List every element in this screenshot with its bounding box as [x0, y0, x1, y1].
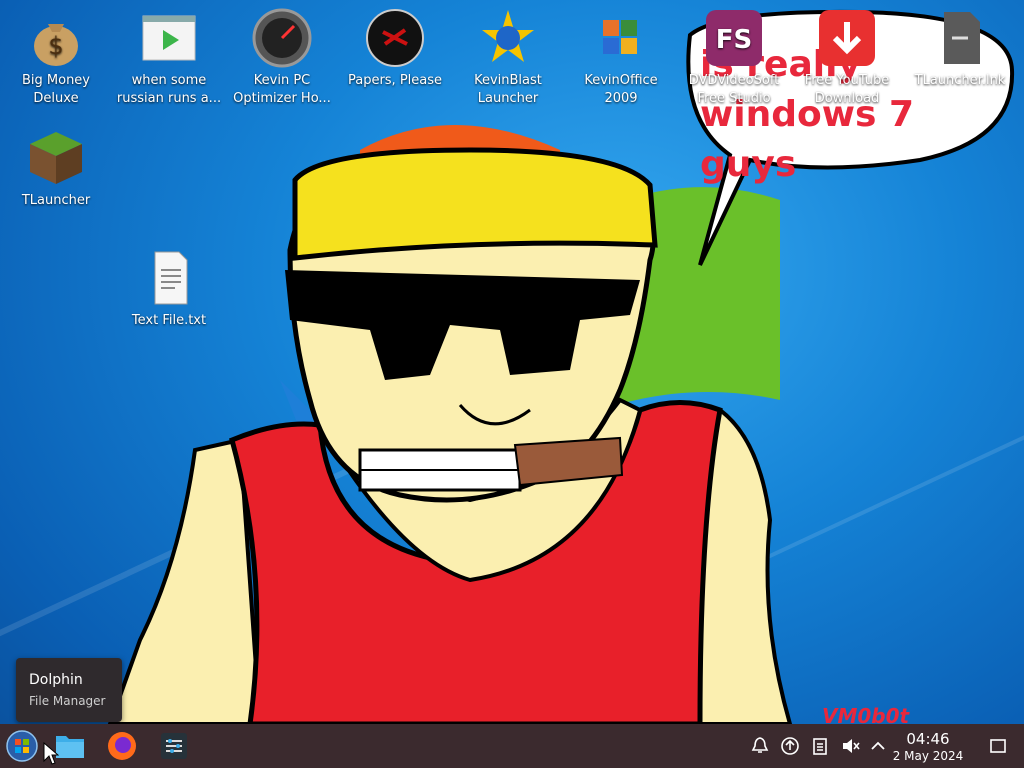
minecraft-block-icon — [26, 128, 86, 188]
clock[interactable]: 04:46 2 May 2024 — [888, 730, 968, 764]
link-file-icon — [930, 8, 990, 68]
mouse-cursor-icon — [43, 742, 59, 765]
firefox-icon — [108, 732, 136, 760]
notifications-bell-icon[interactable] — [750, 736, 770, 756]
svg-text:$: $ — [48, 32, 63, 60]
taskbar-firefox[interactable] — [102, 728, 142, 764]
video-file-icon — [139, 8, 199, 68]
desktop-icon-label: Big Money Deluxe — [21, 73, 90, 106]
desktop-icon-text-file[interactable]: Text File.txt — [114, 242, 224, 330]
desktop-icon-kevinblast-launcher[interactable]: KevinBlast Launcher — [453, 2, 563, 108]
svg-text:FS: FS — [716, 25, 753, 55]
clock-date: 2 May 2024 — [892, 749, 964, 763]
desktop-icon-label: Papers, Please — [347, 73, 443, 88]
desktop[interactable]: is really windows 7 guys VM0b0t $ Big Mo… — [0, 0, 1024, 768]
text-file-icon — [139, 248, 199, 308]
desktop-icon-label: Kevin PC Optimizer Ho... — [233, 73, 331, 106]
desktop-icon-free-youtube-download[interactable]: Free YouTube Download — [792, 2, 902, 108]
desktop-icon-papers-please[interactable]: Papers, Please — [340, 2, 450, 90]
desktop-icon-label: TLauncher — [21, 193, 91, 208]
fs-icon: FS — [704, 8, 764, 68]
kevinblast-icon — [478, 8, 538, 68]
desktop-icon-label: Text File.txt — [131, 313, 207, 328]
desktop-icon-tlauncher-lnk[interactable]: TLauncher.lnk — [905, 2, 1015, 90]
desktop-icon-kevinoffice[interactable]: KevinOffice 2009 — [566, 2, 676, 108]
desktop-icon-label: KevinOffice 2009 — [584, 73, 658, 106]
desktop-icon-label: TLauncher.lnk — [914, 73, 1006, 88]
desktop-icon-label: DVDVideoSoft Free Studio — [688, 73, 780, 106]
start-button[interactable] — [2, 728, 42, 764]
clipboard-icon[interactable] — [810, 736, 830, 756]
desktop-icon-kevin-pc-optimizer[interactable]: Kevin PC Optimizer Ho... — [227, 2, 337, 108]
money-bag-icon: $ — [26, 8, 86, 68]
taskbar-settings[interactable] — [154, 728, 194, 764]
office-icon — [591, 8, 651, 68]
speedometer-icon — [252, 8, 312, 68]
taskbar: 04:46 2 May 2024 — [0, 724, 1024, 768]
download-arrow-icon — [817, 8, 877, 68]
papers-please-icon — [365, 8, 425, 68]
desktop-icon-label: KevinBlast Launcher — [474, 73, 542, 106]
desktop-icon-label: when some russian runs a... — [116, 73, 222, 106]
update-icon[interactable] — [780, 736, 800, 756]
desktop-icon-big-money-deluxe[interactable]: $ Big Money Deluxe — [1, 2, 111, 108]
desktop-icon-tlauncher[interactable]: TLauncher — [1, 122, 111, 210]
clock-time: 04:46 — [906, 730, 950, 748]
show-desktop-icon[interactable] — [988, 736, 1008, 756]
volume-muted-icon[interactable] — [840, 736, 860, 756]
windows-orb-icon — [6, 730, 38, 762]
chevron-up-icon[interactable] — [868, 736, 888, 756]
desktop-icon-dvdvideosoft[interactable]: FS DVDVideoSoft Free Studio — [679, 2, 789, 108]
tooltip-title: Dolphin — [29, 672, 83, 688]
tooltip-subtitle: File Manager — [29, 694, 106, 708]
desktop-icon-video[interactable]: when some russian runs a... — [114, 2, 224, 108]
desktop-icon-label: Free YouTube Download — [804, 73, 890, 106]
system-settings-icon — [161, 733, 187, 759]
dolphin-tooltip: Dolphin File Manager — [16, 658, 122, 722]
